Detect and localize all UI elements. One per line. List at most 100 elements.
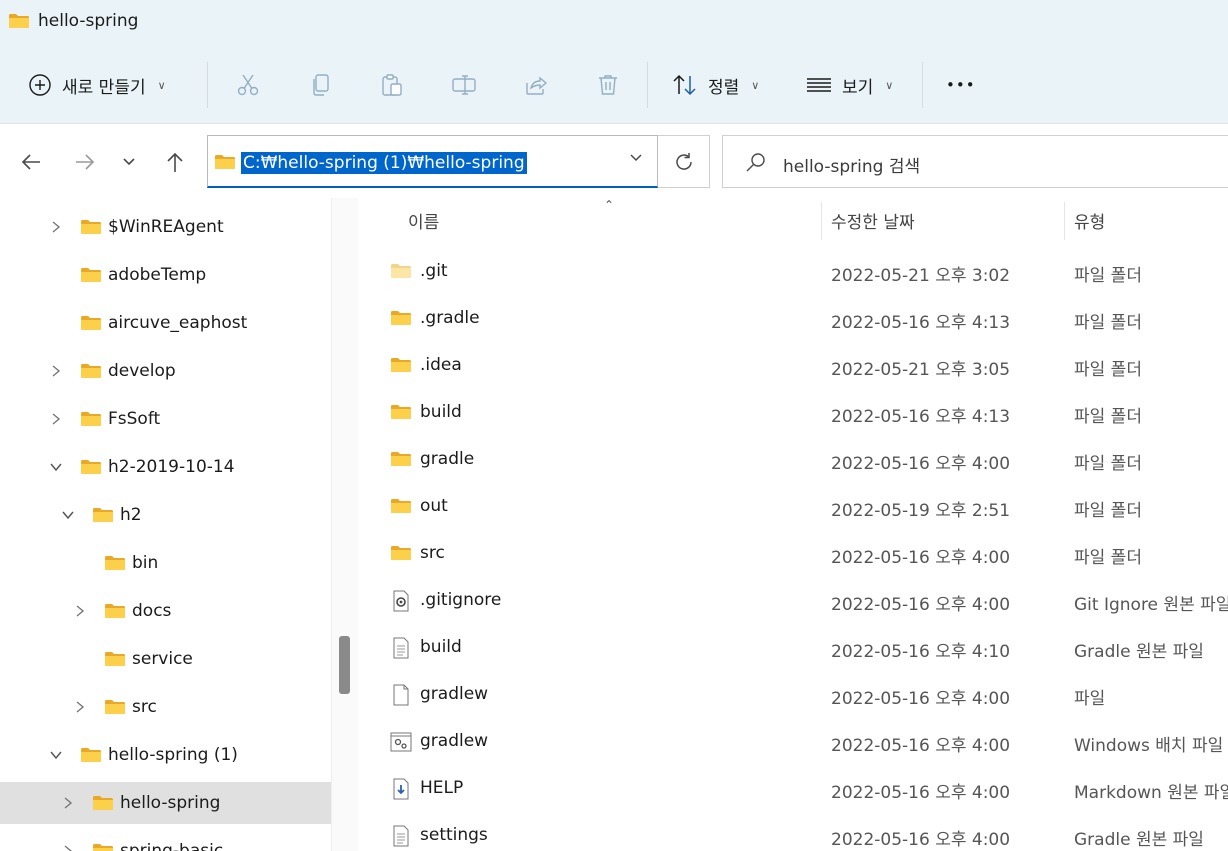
back-button[interactable] [16, 140, 46, 184]
list-view-icon [807, 78, 831, 92]
navigation-pane: $WinREAgent adobeTemp aircuve_eaphostdevel… [0, 198, 358, 851]
chevron-right-icon[interactable] [49, 220, 63, 234]
search-placeholder: hello-spring 검색 [783, 157, 921, 177]
chevron-down-icon[interactable] [49, 748, 63, 762]
clipboard-icon [382, 74, 402, 96]
file-type: 파일 [1074, 689, 1106, 709]
folder-icon [92, 795, 114, 811]
file-row[interactable]: gradlew 2022-05-16 오후 4:00 Windows 배치 파일 [358, 718, 1228, 765]
chevron-right-icon[interactable] [49, 364, 63, 378]
folder-icon [104, 555, 126, 571]
file-row[interactable]: HELP 2022-05-16 오후 4:00 Markdown 원본 파일 [358, 765, 1228, 812]
chevron-right-icon[interactable] [73, 700, 87, 714]
cut-button[interactable] [236, 58, 260, 112]
file-modified-date: 2022-05-16 오후 4:00 [831, 454, 1011, 474]
sidebar-item[interactable]: hello-spring (1) [0, 734, 331, 776]
up-button[interactable] [160, 140, 190, 184]
file-type: Git Ignore 원본 파일 [1074, 595, 1228, 615]
toolbar-divider [207, 62, 208, 108]
sort-button[interactable]: 정렬 ∨ [672, 58, 759, 112]
address-bar[interactable]: C:₩hello-spring (1)₩hello-spring [207, 135, 658, 188]
sidebar-item-label: $WinREAgent [108, 217, 224, 237]
file-row[interactable]: build 2022-05-16 오후 4:13 파일 폴더 [358, 389, 1228, 436]
chevron-down-icon[interactable] [629, 153, 643, 163]
file-type: Markdown 원본 파일 [1074, 783, 1228, 803]
file-row[interactable]: out 2022-05-19 오후 2:51 파일 폴더 [358, 483, 1228, 530]
sidebar-item[interactable]: FsSoft [0, 398, 331, 440]
chevron-right-icon[interactable] [61, 844, 75, 851]
rename-button[interactable] [451, 58, 477, 112]
navigation-scrollbar[interactable] [331, 198, 358, 851]
address-path[interactable]: C:₩hello-spring (1)₩hello-spring [241, 152, 527, 174]
sidebar-item[interactable]: docs [0, 590, 331, 632]
chevron-right-icon[interactable] [61, 796, 75, 810]
sidebar-item[interactable]: src [0, 686, 331, 728]
chevron-right-icon[interactable] [73, 604, 87, 618]
file-row[interactable]: src 2022-05-16 오후 4:00 파일 폴더 [358, 530, 1228, 577]
file-name: .gradle [420, 308, 480, 328]
view-button[interactable]: 보기 ∨ [806, 58, 893, 112]
folder-icon [390, 355, 412, 375]
recent-locations-button[interactable] [114, 140, 144, 184]
navigation-scrollbar-thumb[interactable] [339, 636, 350, 694]
sidebar-item[interactable]: develop [0, 350, 331, 392]
column-divider[interactable] [1064, 202, 1065, 240]
scissors-icon [237, 74, 259, 96]
share-button[interactable] [524, 58, 548, 112]
sidebar-item[interactable]: h2-2019-10-14 [0, 446, 331, 488]
new-button[interactable]: 새로 만들기 ∨ [28, 58, 166, 112]
folder-light-icon [390, 261, 412, 281]
file-row[interactable]: settings 2022-05-16 오후 4:00 Gradle 원본 파일 [358, 812, 1228, 851]
refresh-button[interactable] [658, 135, 710, 188]
forward-button[interactable] [70, 140, 100, 184]
sidebar-item[interactable]: adobeTemp [0, 254, 331, 296]
file-row[interactable]: .idea 2022-05-21 오후 3:05 파일 폴더 [358, 342, 1228, 389]
sidebar-item[interactable]: aircuve_eaphost [0, 302, 331, 344]
sidebar-item[interactable]: service [0, 638, 331, 680]
sidebar-item-label: src [132, 697, 157, 717]
file-row[interactable]: gradle 2022-05-16 오후 4:00 파일 폴더 [358, 436, 1228, 483]
file-row[interactable]: .gitignore 2022-05-16 오후 4:00 Git Ignore 원… [358, 577, 1228, 624]
search-box[interactable]: hello-spring 검색 [722, 135, 1228, 188]
column-divider[interactable] [821, 202, 822, 240]
chevron-down-icon [123, 158, 135, 166]
file-modified-date: 2022-05-16 오후 4:00 [831, 830, 1011, 850]
chevron-down-icon: ∨ [885, 78, 894, 92]
sidebar-item[interactable]: $WinREAgent [0, 206, 331, 248]
folder-icon [80, 411, 102, 427]
paste-button[interactable] [380, 58, 404, 112]
more-options-label: ••• [946, 76, 976, 94]
sidebar-item[interactable]: spring-basic [0, 830, 331, 851]
delete-button[interactable] [596, 58, 620, 112]
more-options-button[interactable]: ••• [946, 58, 976, 112]
file-row[interactable]: gradlew 2022-05-16 오후 4:00 파일 [358, 671, 1228, 718]
file-list: ⌃ 이름 수정한 날짜 유형 .git 2022-05-21 오후 3:02 파일 … [358, 198, 1228, 851]
copy-button[interactable] [309, 58, 333, 112]
chevron-down-icon[interactable] [49, 460, 63, 474]
folder-icon [390, 449, 412, 469]
file-row[interactable]: .git 2022-05-21 오후 3:02 파일 폴더 [358, 248, 1228, 295]
file-name: gradlew [420, 731, 489, 751]
column-header-type[interactable]: 유형 [1074, 198, 1105, 242]
toolbar-divider [647, 62, 648, 108]
file-row[interactable]: .gradle 2022-05-16 오후 4:13 파일 폴더 [358, 295, 1228, 342]
column-header-date[interactable]: 수정한 날짜 [831, 198, 915, 242]
sidebar-item[interactable]: hello-spring [0, 782, 331, 824]
folder-icon [8, 13, 30, 29]
chevron-right-icon[interactable] [49, 412, 63, 426]
batch-file-icon [390, 731, 412, 752]
search-icon [746, 153, 765, 172]
sidebar-item[interactable]: h2 [0, 494, 331, 536]
folder-icon [80, 315, 102, 331]
column-header-name[interactable]: 이름 [408, 198, 439, 242]
sidebar-item-label: develop [108, 361, 176, 381]
markdown-file-icon [390, 778, 412, 800]
file-row[interactable]: build 2022-05-16 오후 4:10 Gradle 원본 파일 [358, 624, 1228, 671]
sidebar-item-label: aircuve_eaphost [108, 313, 248, 333]
sidebar-item[interactable]: bin [0, 542, 331, 584]
file-name: settings [420, 825, 488, 845]
chevron-down-icon: ∨ [157, 78, 166, 92]
sidebar-item-label: hello-spring [120, 793, 221, 813]
folder-icon [104, 603, 126, 619]
chevron-down-icon[interactable] [61, 508, 75, 522]
